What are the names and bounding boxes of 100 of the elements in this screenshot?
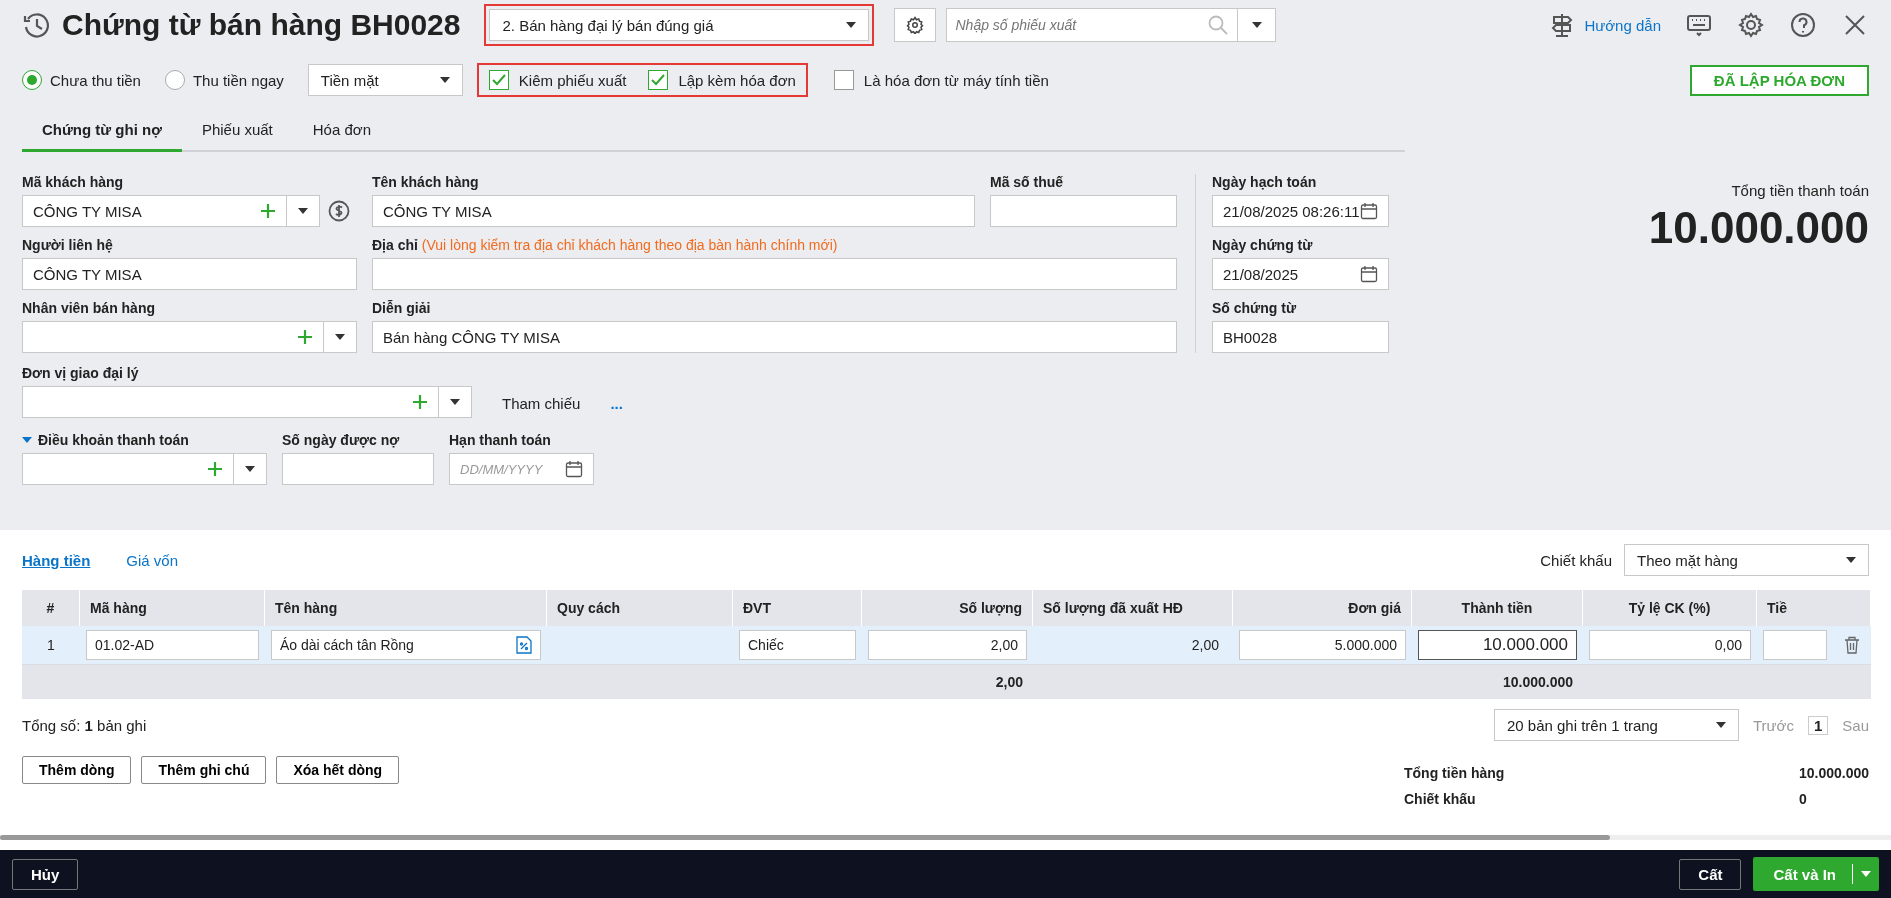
- checkbox-label: Lập kèm hóa đơn: [678, 71, 796, 89]
- checkbox[interactable]: [833, 70, 854, 90]
- reference-label: Tham chiếu: [502, 395, 581, 412]
- radio-button[interactable]: [22, 70, 42, 90]
- help-icon[interactable]: [1789, 11, 1817, 39]
- tab[interactable]: Hóa đơn: [292, 110, 391, 152]
- settings-button[interactable]: [894, 8, 937, 42]
- payment-method-select[interactable]: Tiền mặt: [307, 64, 463, 96]
- calendar-icon[interactable]: [1359, 265, 1378, 283]
- dropdown-button[interactable]: [234, 453, 267, 485]
- dropdown-button[interactable]: [439, 386, 472, 418]
- cancel-button[interactable]: Hủy: [12, 858, 79, 890]
- gear-icon: [906, 16, 925, 34]
- tab[interactable]: Phiếu xuất: [181, 110, 293, 152]
- column-header: Số lượng đã xuất HĐ: [1033, 590, 1233, 626]
- column-header: Đơn giá: [1233, 590, 1412, 626]
- tax-code-label: Mã số thuế: [990, 174, 1065, 190]
- table-cell: 2,00: [1033, 626, 1233, 665]
- calendar-icon[interactable]: [565, 460, 583, 478]
- agent-unit-field[interactable]: [22, 386, 439, 418]
- column-header: Tiề: [1757, 590, 1871, 626]
- row-action-button[interactable]: Thêm dòng: [22, 756, 132, 784]
- trash-icon[interactable]: [1844, 636, 1860, 654]
- credit-days-field[interactable]: [282, 453, 434, 485]
- column-header: Số lượng: [862, 590, 1033, 626]
- column-header: Tên hàng: [265, 590, 547, 626]
- tab[interactable]: Giá vốn: [126, 551, 179, 569]
- search-field[interactable]: Nhập số phiếu xuất: [946, 8, 1239, 42]
- total-label: Tổng tiền thanh toán: [1731, 182, 1869, 199]
- payment-terms-label: Điều khoản thanh toán: [38, 432, 189, 448]
- voucher-number-field[interactable]: BH0028: [1212, 321, 1389, 353]
- voucher-number-label: Số chứng từ: [1212, 300, 1298, 316]
- page-number[interactable]: 1: [1807, 715, 1829, 735]
- discount-rate-field[interactable]: 0,00: [1589, 630, 1751, 660]
- horizontal-scrollbar[interactable]: [0, 835, 1891, 840]
- address-label: Địa chỉ (Vui lòng kiểm tra địa chỉ khách hàng theo địa bàn hành chính mới): [372, 237, 839, 253]
- search-icon: [1208, 15, 1229, 35]
- plus-icon[interactable]: [412, 394, 428, 410]
- column-header: Quy cách: [547, 590, 733, 626]
- discount-label: Chiết khấu: [1540, 551, 1612, 569]
- customer-code-label: Mã khách hàng: [22, 174, 125, 190]
- tab[interactable]: Hàng tiền: [22, 551, 91, 569]
- column-header: Tỷ lệ CK (%): [1583, 590, 1757, 626]
- payment-terms-field[interactable]: [22, 453, 234, 485]
- customer-code-field[interactable]: CÔNG TY MISA: [22, 195, 287, 227]
- guide-link[interactable]: Hướng dẫn: [1584, 16, 1661, 34]
- voucher-type-select[interactable]: 2. Bán hàng đại lý bán đúng giá: [489, 9, 870, 41]
- credit-days-label: Số ngày được nợ: [282, 432, 401, 448]
- summary-label: Chiết khấu: [1404, 791, 1477, 807]
- checkbox[interactable]: [648, 70, 669, 90]
- item-name-field[interactable]: Áo dài cách tân Rồng: [271, 630, 541, 660]
- caret-icon[interactable]: [22, 437, 32, 443]
- row-action-button[interactable]: Xóa hết dòng: [276, 756, 400, 784]
- reference-link[interactable]: ...: [610, 395, 623, 412]
- voucher-date-label: Ngày chứng từ: [1212, 237, 1314, 253]
- plus-icon[interactable]: [207, 461, 223, 477]
- percent-icon[interactable]: [516, 636, 532, 654]
- description-field[interactable]: Bán hàng CÔNG TY MISA: [372, 321, 1177, 353]
- contact-field[interactable]: CÔNG TY MISA: [22, 258, 357, 290]
- posting-date-label: Ngày hạch toán: [1212, 174, 1318, 190]
- settings-icon[interactable]: [1737, 11, 1765, 39]
- discount-select[interactable]: Theo mặt hàng: [1624, 544, 1869, 576]
- calendar-icon[interactable]: [1359, 202, 1378, 220]
- summary-value: 0: [1798, 791, 1808, 807]
- address-field[interactable]: [372, 258, 1177, 290]
- due-date-label: Hạn thanh toán: [449, 432, 552, 448]
- table-cell: 1: [22, 626, 80, 665]
- caret-icon: [1846, 557, 1856, 563]
- checkbox[interactable]: [488, 70, 509, 90]
- radio-button[interactable]: [164, 70, 185, 90]
- plus-icon[interactable]: [260, 203, 276, 219]
- voucher-date-field[interactable]: 21/08/2025: [1212, 258, 1389, 290]
- dropdown-button[interactable]: [324, 321, 357, 353]
- summary-value: 10.000.000: [1798, 765, 1869, 781]
- total-amount: 10.000.000: [1648, 203, 1869, 253]
- column-header: Thành tiền: [1412, 590, 1583, 626]
- item-code-field[interactable]: 01.02-AD: [86, 630, 259, 660]
- posting-date-field[interactable]: 21/08/2025 08:26:11: [1212, 195, 1389, 227]
- dollar-icon[interactable]: [328, 200, 350, 222]
- tab[interactable]: Chứng từ ghi nợ: [22, 110, 182, 152]
- tax-code-field[interactable]: [990, 195, 1177, 227]
- quantity-field[interactable]: 2,00: [868, 630, 1027, 660]
- caret-icon: [1715, 722, 1726, 728]
- amount-field[interactable]: 10.000.000: [1418, 630, 1577, 660]
- unit-price-field[interactable]: 5.000.000: [1239, 630, 1406, 660]
- column-header: Mã hàng: [80, 590, 265, 626]
- customer-name-field[interactable]: CÔNG TY MISA: [372, 195, 975, 227]
- unit-field[interactable]: Chiếc: [739, 630, 856, 660]
- caret-icon: [1861, 871, 1871, 877]
- page-size-select[interactable]: 20 bản ghi trên 1 trang: [1493, 709, 1739, 741]
- history-icon[interactable]: [22, 10, 52, 40]
- caret-icon: [298, 208, 308, 214]
- dropdown-button[interactable]: [287, 195, 320, 227]
- amount-field[interactable]: [1763, 630, 1827, 660]
- salesperson-field[interactable]: [22, 321, 324, 353]
- plus-icon[interactable]: [297, 329, 313, 345]
- dropdown-button[interactable]: [1238, 8, 1277, 42]
- save-button[interactable]: Cất: [1679, 858, 1742, 890]
- row-action-button[interactable]: Thêm ghi chú: [141, 756, 267, 784]
- salesperson-label: Nhân viên bán hàng: [22, 300, 156, 316]
